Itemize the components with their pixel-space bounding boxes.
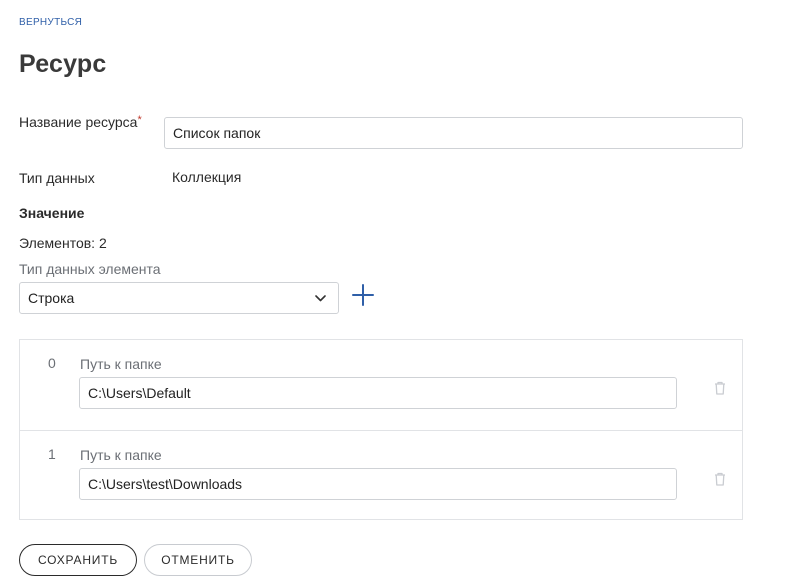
item-value-input[interactable] <box>79 468 677 500</box>
item-label: Путь к папке <box>80 356 162 372</box>
page-title: Ресурс <box>19 50 107 78</box>
item-index: 1 <box>48 446 56 462</box>
item-label: Путь к папке <box>80 447 162 463</box>
data-type-value: Коллекция <box>172 169 242 185</box>
item-value-input[interactable] <box>79 377 677 409</box>
save-button[interactable]: СОХРАНИТЬ <box>19 544 137 576</box>
delete-item-button[interactable] <box>713 472 727 491</box>
required-mark: * <box>137 114 142 126</box>
resource-name-label-text: Название ресурса <box>19 114 138 130</box>
back-link[interactable]: ВЕРНУТЬСЯ <box>19 17 82 28</box>
list-item: 0 Путь к папке <box>20 340 742 430</box>
element-type-selected: Строка <box>28 290 75 306</box>
trash-icon <box>714 472 726 491</box>
element-type-select[interactable]: Строка <box>19 282 339 314</box>
value-section-title: Значение <box>19 205 85 221</box>
cancel-button[interactable]: ОТМЕНИТЬ <box>144 544 252 576</box>
add-element-button[interactable] <box>351 283 375 311</box>
elements-count: Элементов: 2 <box>19 235 107 251</box>
resource-name-label: Название ресурса* <box>19 114 142 130</box>
plus-icon <box>352 283 374 311</box>
delete-item-button[interactable] <box>713 381 727 400</box>
item-index: 0 <box>48 355 56 371</box>
trash-icon <box>714 381 726 400</box>
elements-list: 0 Путь к папке 1 Путь к папке <box>19 339 743 520</box>
chevron-down-icon <box>315 294 326 302</box>
element-type-label: Тип данных элемента <box>19 261 161 277</box>
resource-name-input[interactable] <box>164 117 743 149</box>
data-type-label: Тип данных <box>19 170 95 186</box>
resource-edit-page: ВЕРНУТЬСЯ Ресурс Название ресурса* Тип д… <box>0 0 785 583</box>
list-item: 1 Путь к папке <box>20 430 742 521</box>
